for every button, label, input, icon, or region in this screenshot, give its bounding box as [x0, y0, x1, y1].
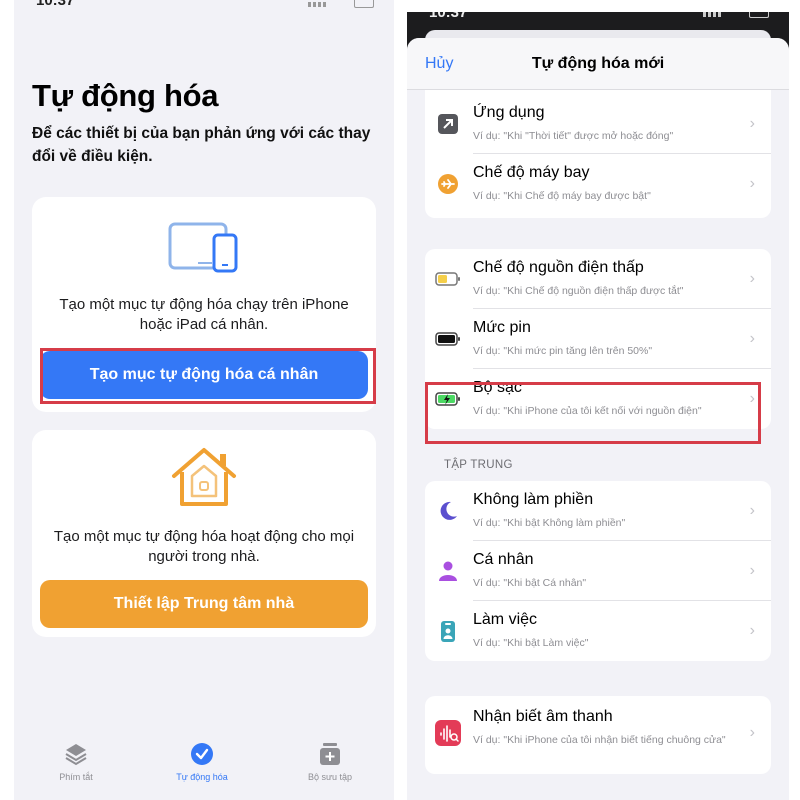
trigger-label: Chế độ nguồn điện thấp: [473, 259, 644, 276]
chevron-right-icon: ›: [749, 502, 755, 519]
trigger-example: Ví dụ: "Khi iPhone của tôi kết nối với n…: [473, 405, 702, 417]
trigger-group-sound: Nhận biết âm thanh Ví dụ: "Khi iPhone củ…: [425, 696, 771, 774]
sound-recognition-icon: [435, 720, 461, 746]
trigger-label: Nhận biết âm thanh: [473, 708, 613, 725]
moon-icon: [440, 501, 457, 520]
home-automation-card: Tạo một mục tự động hóa hoạt động cho mọ…: [32, 430, 376, 637]
chevron-right-icon: ›: [749, 270, 755, 287]
trigger-example: Ví dụ: "Khi Chế độ máy bay được bật": [473, 190, 651, 202]
trigger-battery-level[interactable]: Mức pin Ví dụ: "Khi mức pin tăng lên trê…: [425, 309, 771, 369]
trigger-example: Ví dụ: "Khi bật Không làm phiền": [473, 517, 626, 529]
trigger-example: Ví dụ: "Khi bật Cá nhân": [473, 577, 587, 589]
new-automation-sheet: Hủy Tự động hóa mới Ứng dụng Ví dụ: "Khi…: [407, 38, 789, 800]
trigger-app[interactable]: Ứng dụng Ví dụ: "Khi "Thời tiết" được mở…: [425, 94, 771, 154]
iphone-ipad-icon: [168, 222, 238, 273]
trigger-personal[interactable]: Cá nhân Ví dụ: "Khi bật Cá nhân" ›: [425, 541, 771, 601]
tab-gallery[interactable]: Bộ sưu tập: [280, 742, 380, 782]
nav-bar: Hủy Tự động hóa mới: [407, 38, 789, 90]
trigger-airplane-mode[interactable]: Chế độ máy bay Ví dụ: "Khi Chế độ máy ba…: [425, 154, 771, 214]
page-subtitle: Để các thiết bị của bạn phản ứng với các…: [32, 125, 371, 165]
trigger-example: Ví dụ: "Khi mức pin tăng lên trên 50%": [473, 345, 653, 357]
create-personal-automation-button[interactable]: Tạo mục tự động hóa cá nhân: [40, 351, 368, 399]
trigger-example: Ví dụ: "Khi "Thời tiết" được mở hoặc đón…: [473, 130, 674, 142]
sheet-title: Tự động hóa mới: [531, 55, 665, 72]
trigger-example: Ví dụ: "Khi bật Làm việc": [473, 637, 589, 649]
checkmark-circle-icon: [191, 743, 213, 765]
trigger-charger[interactable]: Bộ sạc Ví dụ: "Khi iPhone của tôi kết nố…: [425, 369, 771, 429]
automation-screen: 10:37 Tự động hóa Để các thiết bị của bạ…: [14, 0, 394, 800]
trigger-label: Ứng dụng: [473, 104, 545, 121]
trigger-sound-recognition[interactable]: Nhận biết âm thanh Ví dụ: "Khi iPhone củ…: [425, 696, 771, 774]
trigger-group-focus: Không làm phiền Ví dụ: "Khi bật Không là…: [425, 481, 771, 661]
trigger-example: Ví dụ: "Khi Chế độ nguồn điện thấp được …: [473, 285, 684, 297]
battery-status-icon: [749, 12, 769, 18]
layers-icon: [65, 744, 87, 766]
chevron-right-icon: ›: [749, 390, 755, 407]
trigger-work[interactable]: Làm việc Ví dụ: "Khi bật Làm việc" ›: [425, 601, 771, 661]
battery-status-icon: [354, 0, 374, 8]
trigger-label: Cá nhân: [473, 551, 534, 568]
tab-bar: Phím tắt Tự động hóa Bộ sưu tập: [14, 734, 394, 800]
status-time: 10:37: [429, 12, 468, 21]
trigger-group-battery: Chế độ nguồn điện thấp Ví dụ: "Khi Chế đ…: [425, 249, 771, 429]
new-automation-screen: 10:37 Hủy Tự động hóa mới Ứng dụng Ví dụ…: [407, 12, 789, 800]
chevron-right-icon: ›: [749, 175, 755, 192]
gallery-icon: [320, 743, 340, 765]
home-icon: [172, 448, 236, 506]
tab-shortcuts[interactable]: Phím tắt: [26, 742, 126, 782]
trigger-label: Mức pin: [473, 319, 531, 336]
tab-shortcuts-label: Phím tắt: [59, 772, 93, 782]
battery-icon: [435, 332, 460, 346]
low-power-battery-icon: [435, 272, 460, 286]
chevron-right-icon: ›: [749, 115, 755, 132]
section-header-focus: TẬP TRUNG: [444, 459, 513, 471]
chevron-right-icon: ›: [749, 562, 755, 579]
chevron-right-icon: ›: [749, 622, 755, 639]
status-bar: 10:37: [14, 0, 394, 14]
tab-automation[interactable]: Tự động hóa: [152, 742, 252, 782]
charging-battery-icon: [435, 392, 460, 406]
airplane-icon: [438, 174, 458, 194]
trigger-label: Bộ sạc: [473, 379, 522, 396]
trigger-label: Chế độ máy bay: [473, 164, 590, 181]
chevron-right-icon: ›: [749, 330, 755, 347]
setup-home-hub-button[interactable]: Thiết lập Trung tâm nhà: [40, 580, 368, 628]
trigger-example: Ví dụ: "Khi iPhone của tôi nhận biết tiế…: [473, 734, 726, 746]
status-time: 10:37: [36, 0, 75, 9]
tab-automation-label: Tự động hóa: [176, 772, 228, 782]
personal-automation-description: Tạo một mục tự động hóa chạy trên iPhone…: [59, 296, 349, 333]
trigger-do-not-disturb[interactable]: Không làm phiền Ví dụ: "Khi bật Không là…: [425, 481, 771, 541]
person-icon: [439, 561, 457, 581]
signal-icon: [308, 2, 326, 7]
tab-gallery-label: Bộ sưu tập: [307, 772, 353, 782]
trigger-group-system: Ứng dụng Ví dụ: "Khi "Thời tiết" được mở…: [425, 90, 771, 218]
chevron-right-icon: ›: [749, 724, 755, 741]
trigger-label: Làm việc: [473, 611, 538, 628]
personal-automation-card: Tạo một mục tự động hóa chạy trên iPhone…: [32, 197, 376, 412]
page-title: Tự động hóa: [32, 78, 219, 113]
app-arrow-icon: [438, 114, 458, 134]
signal-icon: [703, 12, 721, 17]
home-automation-description: Tạo một mục tự động hóa hoạt động cho mọ…: [53, 528, 355, 565]
trigger-low-power-mode[interactable]: Chế độ nguồn điện thấp Ví dụ: "Khi Chế đ…: [425, 249, 771, 309]
trigger-label: Không làm phiền: [473, 491, 594, 508]
work-badge-icon: [441, 621, 455, 642]
